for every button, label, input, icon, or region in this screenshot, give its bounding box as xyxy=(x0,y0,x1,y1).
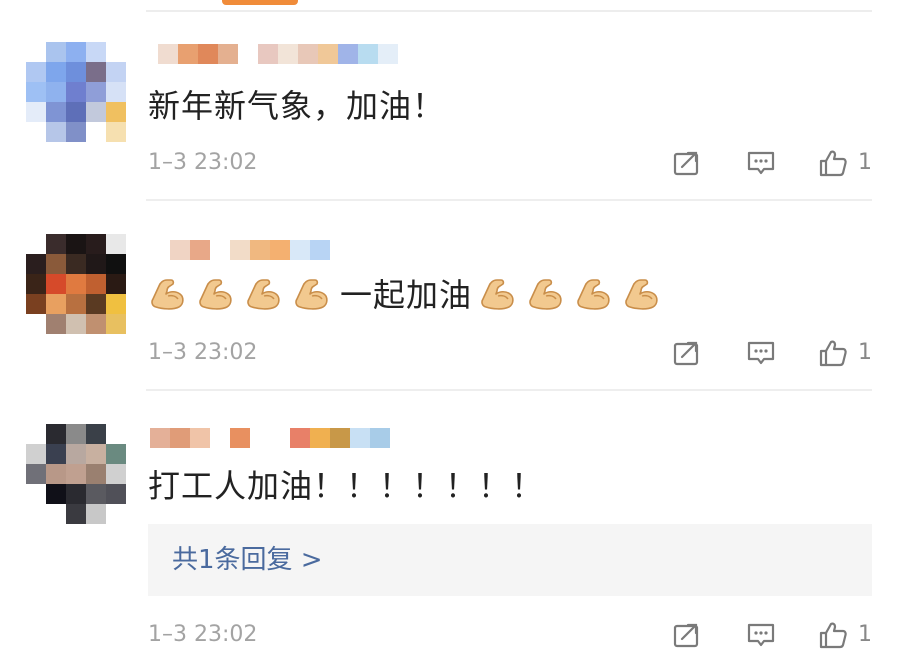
comment-meta: 1–3 23:02 1 xyxy=(148,338,872,368)
comment-meta: 1–3 23:02 1 xyxy=(148,620,872,650)
flexed-biceps-emoji-icon xyxy=(244,274,284,314)
emoji-group-before xyxy=(148,276,340,314)
flexed-biceps-emoji-icon xyxy=(622,274,662,314)
comment-actions: 1 xyxy=(671,620,872,650)
active-tab-indicator xyxy=(222,0,298,5)
thumbs-up-icon[interactable] xyxy=(818,620,848,650)
thumbs-up-icon[interactable] xyxy=(818,338,848,368)
timestamp: 1–3 23:02 xyxy=(148,340,258,365)
username[interactable] xyxy=(158,44,398,64)
comment-actions: 1 xyxy=(671,148,872,178)
flexed-biceps-emoji-icon xyxy=(292,274,332,314)
username[interactable] xyxy=(150,240,330,260)
avatar[interactable] xyxy=(26,234,126,334)
flexed-biceps-emoji-icon xyxy=(574,274,614,314)
forward-icon[interactable] xyxy=(671,620,701,650)
comment-text: 新年新气象，加油！ xyxy=(148,86,445,126)
username[interactable] xyxy=(150,428,390,448)
comment-actions: 1 xyxy=(671,338,872,368)
flexed-biceps-emoji-icon xyxy=(196,274,236,314)
thumbs-up-icon[interactable] xyxy=(818,148,848,178)
comment-text: 打工人加油！！！！！！！ xyxy=(148,466,544,506)
reply-thread-box[interactable]: 共1条回复 > xyxy=(148,524,872,596)
emoji-group-after xyxy=(478,276,670,314)
timestamp: 1–3 23:02 xyxy=(148,622,258,647)
divider xyxy=(146,389,872,391)
like-count: 1 xyxy=(858,622,872,647)
comment-text-content: 一起加油 xyxy=(340,276,473,314)
comment-meta: 1–3 23:02 1 xyxy=(148,148,872,178)
divider xyxy=(146,199,872,201)
comment-icon[interactable] xyxy=(746,148,776,178)
avatar[interactable] xyxy=(26,42,126,142)
flexed-biceps-emoji-icon xyxy=(478,274,518,314)
comment-icon[interactable] xyxy=(746,620,776,650)
forward-icon[interactable] xyxy=(671,148,701,178)
comment-text-content: 新年新气象，加油！ xyxy=(148,87,446,125)
comment-text-content: 打工人加油！！！！！！！ xyxy=(148,467,545,505)
flexed-biceps-emoji-icon xyxy=(148,274,188,314)
timestamp: 1–3 23:02 xyxy=(148,150,258,175)
like-count: 1 xyxy=(858,150,872,175)
like-count: 1 xyxy=(858,340,872,365)
comment-icon[interactable] xyxy=(746,338,776,368)
divider xyxy=(146,10,872,12)
flexed-biceps-emoji-icon xyxy=(526,274,566,314)
comment-text: 一起加油 xyxy=(148,275,670,317)
forward-icon[interactable] xyxy=(671,338,701,368)
avatar[interactable] xyxy=(26,424,126,524)
view-replies-link[interactable]: 共1条回复 > xyxy=(172,524,323,596)
